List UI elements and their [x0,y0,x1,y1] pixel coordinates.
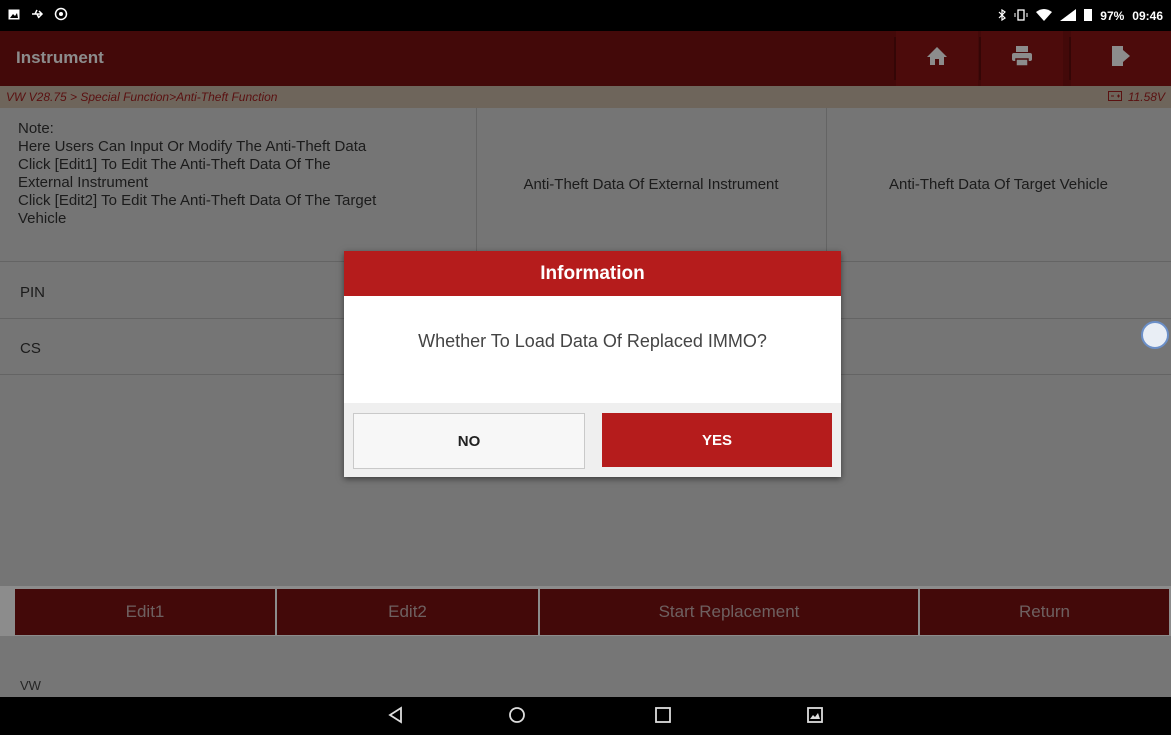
signal-icon [1060,8,1077,24]
yes-button[interactable]: YES [602,413,832,467]
clock: 09:46 [1132,9,1163,23]
dialog-button-bar: NO YES [344,403,841,477]
bluetooth-icon [998,8,1007,24]
floating-assist-icon[interactable] [1141,321,1169,349]
usb-icon [30,8,44,23]
settings-icon [54,7,68,24]
battery-percent: 97% [1100,9,1125,23]
vibrate-icon [1014,8,1028,24]
information-dialog: Information Whether To Load Data Of Repl… [344,251,841,477]
wifi-icon [1036,8,1053,24]
battery-icon [1084,8,1093,24]
image-icon [8,9,20,23]
recents-icon[interactable] [654,706,672,729]
home-nav-icon[interactable] [508,706,526,729]
dialog-title: Information [344,251,841,296]
status-bar: 97% 09:46 [0,0,1171,31]
back-icon[interactable] [387,706,405,729]
no-button[interactable]: NO [353,413,585,469]
screenshot-icon[interactable] [806,706,824,729]
navigation-bar [0,697,1171,735]
dialog-message: Whether To Load Data Of Replaced IMMO? [418,331,767,351]
